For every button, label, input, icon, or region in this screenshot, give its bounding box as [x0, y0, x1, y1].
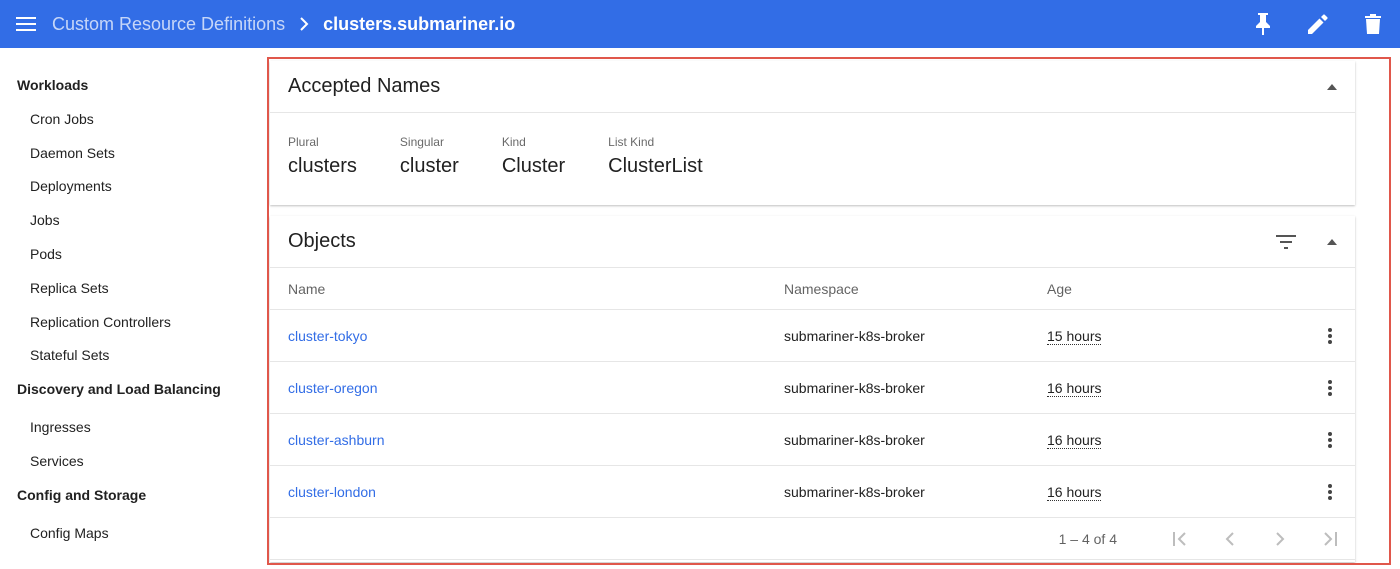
- sidebar-item-daemon-sets[interactable]: Daemon Sets: [0, 136, 266, 170]
- sidebar-item-replication-controllers[interactable]: Replication Controllers: [0, 305, 266, 339]
- sidebar-item-pods[interactable]: Pods: [0, 237, 266, 271]
- sidebar-item-services[interactable]: Services: [0, 444, 266, 478]
- menu-icon: [16, 17, 36, 31]
- sidebar-item-deployments[interactable]: Deployments: [0, 170, 266, 204]
- sidebar: Workloads Cron Jobs Daemon Sets Deployme…: [0, 48, 266, 569]
- sidebar-section-workloads[interactable]: Workloads: [0, 68, 266, 102]
- sidebar-item-cron-jobs[interactable]: Cron Jobs: [0, 102, 266, 136]
- delete-icon: [1364, 14, 1381, 34]
- breadcrumb-parent-link[interactable]: Custom Resource Definitions: [52, 14, 285, 35]
- menu-button[interactable]: [0, 0, 52, 48]
- sidebar-section-discovery[interactable]: Discovery and Load Balancing: [0, 372, 266, 406]
- pin-icon: [1255, 13, 1270, 35]
- top-toolbar: Custom Resource Definitions clusters.sub…: [0, 0, 1400, 48]
- sidebar-item-config-maps[interactable]: Config Maps: [0, 516, 266, 550]
- page-title: clusters.submariner.io: [323, 13, 516, 34]
- sidebar-item-stateful-sets[interactable]: Stateful Sets: [0, 339, 266, 373]
- chevron-right-icon: [299, 17, 309, 31]
- breadcrumb: Custom Resource Definitions clusters.sub…: [52, 0, 515, 48]
- sidebar-item-replica-sets[interactable]: Replica Sets: [0, 271, 266, 305]
- edit-button[interactable]: [1290, 0, 1345, 48]
- sidebar-item-jobs[interactable]: Jobs: [0, 203, 266, 237]
- delete-button[interactable]: [1345, 0, 1400, 48]
- pin-button[interactable]: [1235, 0, 1290, 48]
- highlight-frame: [267, 57, 1391, 565]
- sidebar-item-ingresses[interactable]: Ingresses: [0, 410, 266, 444]
- sidebar-section-config-storage[interactable]: Config and Storage: [0, 478, 266, 512]
- edit-icon: [1307, 14, 1328, 34]
